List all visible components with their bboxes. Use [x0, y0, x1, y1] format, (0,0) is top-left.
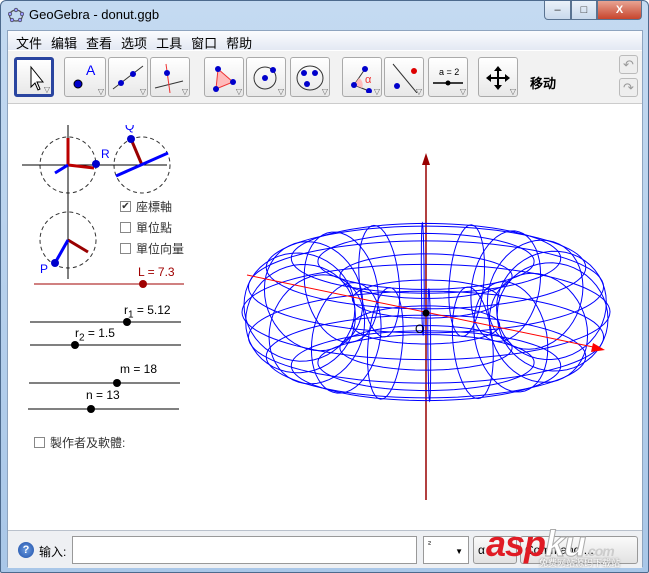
move-graphics-tool-button[interactable]: ▽	[478, 57, 518, 97]
toolbar: ▽ A ▽ ▽ ▽ ▽ ▽ ▽ α ▽ ▽ a = 2 ▽ ▽ 移动 ↶ ↷	[8, 51, 642, 104]
maximize-button[interactable]: □	[571, 1, 597, 20]
circle-tool-button[interactable]: ▽	[246, 57, 286, 97]
input-label: 输入:	[39, 545, 67, 559]
client-area: 文件 编辑 查看 选项 工具 窗口 帮助 ▽ A ▽ ▽ ▽ ▽ ▽ ▽ α ▽ ▽…	[7, 30, 643, 568]
reflect-tool-button[interactable]: ▽	[384, 57, 424, 97]
undo-button[interactable]: ↶	[619, 55, 638, 74]
close-button[interactable]: X	[597, 1, 642, 20]
x-axis-arrow-icon	[591, 343, 605, 352]
point-tool-button[interactable]: A ▽	[64, 57, 106, 97]
menu-tools[interactable]: 工具	[152, 31, 187, 51]
angle-tool-button[interactable]: α ▽	[342, 57, 382, 97]
polygon-tool-button[interactable]: ▽	[204, 57, 244, 97]
chevron-down-icon: ▼	[455, 547, 463, 556]
move-tool-button[interactable]: ▽	[14, 57, 54, 97]
watermark-subtitle: 免费网站源码下载站	[539, 558, 621, 568]
input-field[interactable]	[72, 536, 417, 564]
current-tool-label: 移动	[530, 76, 557, 91]
geogebra-logo-icon	[8, 7, 24, 23]
conic-tool-button[interactable]: ▽	[290, 57, 330, 97]
menu-options[interactable]: 选项	[117, 31, 152, 51]
torus-meridian	[496, 262, 609, 372]
help-icon[interactable]: ?	[18, 542, 34, 558]
menu-file[interactable]: 文件	[12, 31, 47, 51]
redo-button[interactable]: ↷	[619, 78, 638, 97]
menu-edit[interactable]: 编辑	[47, 31, 82, 51]
svg-text:α: α	[365, 74, 372, 86]
title-bar: GeoGebra - donut.ggb – □ X	[1, 1, 648, 29]
z-axis-arrow-icon	[422, 153, 430, 165]
svg-text:O: O	[415, 322, 424, 336]
symbol-dropdown[interactable]: ² ▼	[423, 536, 469, 564]
menu-bar: 文件 编辑 查看 选项 工具 窗口 帮助	[8, 31, 642, 51]
torus-meridian	[243, 252, 356, 362]
app-window: GeoGebra - donut.ggb – □ X 文件 编辑 查看 选项 工…	[0, 0, 649, 573]
minimize-button[interactable]: –	[544, 1, 571, 20]
menu-view[interactable]: 查看	[82, 31, 117, 51]
slider-tool-button[interactable]: a = 2 ▽	[428, 57, 468, 97]
menu-help[interactable]: 帮助	[222, 31, 257, 51]
line-tool-button[interactable]: ▽	[108, 57, 148, 97]
origin-point[interactable]	[422, 309, 430, 317]
torus-3d-view: O	[241, 153, 611, 500]
graphics-view[interactable]: R Q P ✔ 座標軸 單位點 單位向量 L = 7.3 r1 = 5.12 r2…	[8, 105, 642, 528]
window-title: GeoGebra - donut.ggb	[29, 7, 160, 22]
menu-window[interactable]: 窗口	[187, 31, 222, 51]
perpendicular-tool-button[interactable]: ▽	[150, 57, 190, 97]
svg-text:a = 2: a = 2	[439, 67, 459, 77]
input-bar: ? 输入: ² ▼ α Command ... aspku.com 免费网站源码下…	[8, 523, 642, 568]
x-axis	[246, 274, 599, 349]
svg-text:A: A	[86, 62, 96, 78]
